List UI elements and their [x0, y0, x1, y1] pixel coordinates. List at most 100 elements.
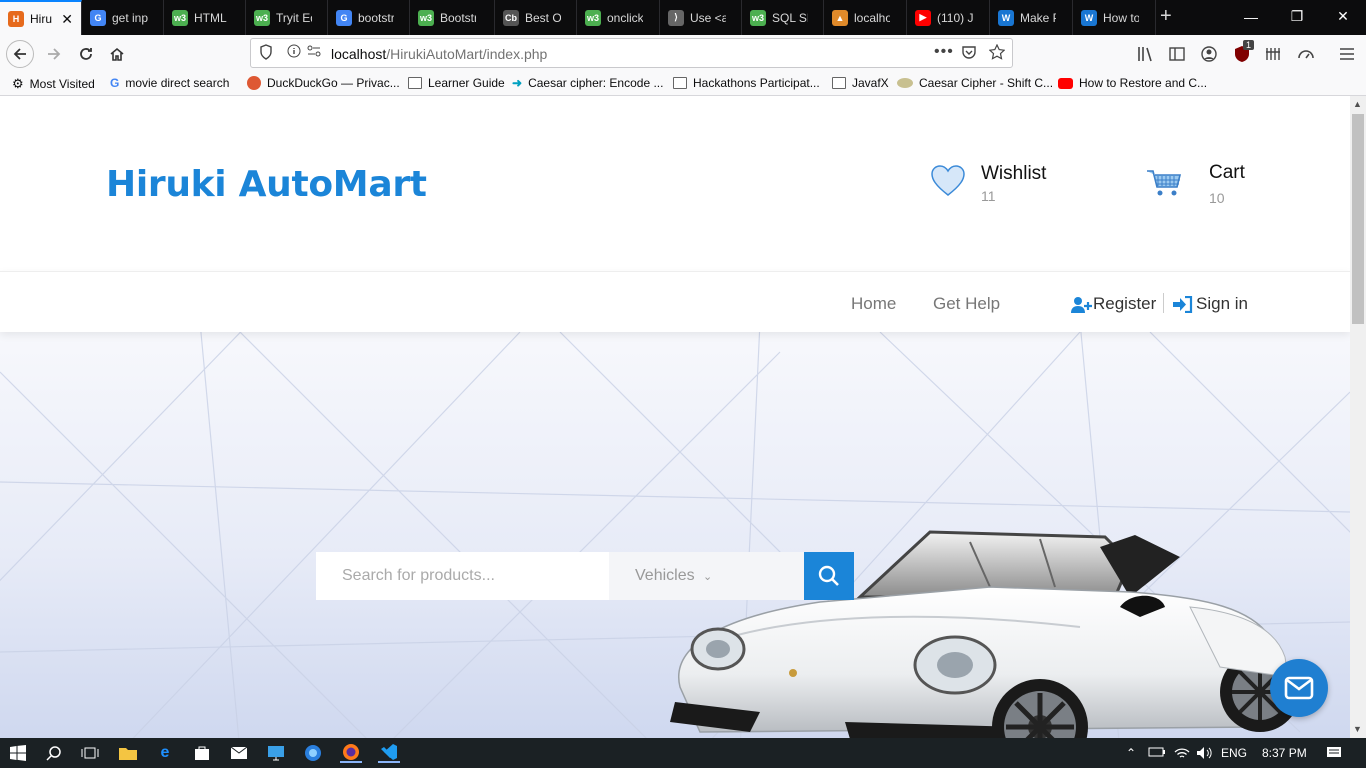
battery-icon[interactable]	[1148, 746, 1166, 761]
close-window-button[interactable]: ✕	[1320, 0, 1366, 33]
vscode-icon[interactable]	[378, 743, 400, 763]
category-select[interactable]: Vehicles ⌄	[609, 552, 804, 600]
tab-favicon-icon: w3	[254, 9, 270, 26]
reload-button[interactable]	[72, 40, 100, 68]
site-brand[interactable]: Hiruki AutoMart	[106, 164, 427, 205]
tab-favicon-icon: W	[998, 9, 1014, 26]
tab-title: Make P	[1020, 10, 1056, 25]
folder-icon	[673, 77, 687, 89]
heart-icon	[931, 165, 965, 196]
nav-get-help[interactable]: Get Help	[933, 294, 1000, 314]
register-link[interactable]: Register	[1071, 294, 1156, 314]
mail-app-icon[interactable]	[229, 743, 249, 763]
tab-title: How to	[1103, 10, 1139, 25]
task-view-icon[interactable]	[80, 743, 100, 763]
browser-tab-bar: H Hiruki AutoMart ✕ Gget input w3 HTML D w3 Try…	[0, 0, 1366, 35]
forward-button[interactable]	[40, 40, 68, 68]
firefox-dev-icon[interactable]	[303, 743, 323, 763]
scroll-down-icon[interactable]: ▼	[1353, 724, 1362, 734]
cart-count: 10	[1209, 190, 1225, 206]
tab-title: Use <a	[690, 10, 726, 25]
browser-tab[interactable]: Cb Best On	[495, 0, 577, 35]
home-button[interactable]	[103, 40, 131, 68]
browser-tab[interactable]: H Hiruki AutoMart ✕	[0, 0, 82, 35]
reload-icon	[80, 48, 92, 60]
file-explorer-icon[interactable]	[118, 743, 138, 763]
language-indicator[interactable]: ENG	[1221, 746, 1247, 760]
remote-desktop-icon[interactable]	[266, 743, 286, 763]
tab-favicon-icon: w3	[750, 9, 766, 26]
product-search-input[interactable]	[316, 552, 609, 600]
browser-tab[interactable]: Gbootstr	[328, 0, 410, 35]
sidebar-icon[interactable]	[1167, 44, 1187, 64]
browser-tab[interactable]: w3 HTML D	[164, 0, 246, 35]
folder-icon	[408, 77, 422, 89]
browser-tab[interactable]: ▶ (110) JC	[907, 0, 990, 35]
bookmark-duckduckgo[interactable]: DuckDuckGo — Privac...	[247, 76, 400, 90]
browser-tab[interactable]: Gget input	[82, 0, 164, 35]
show-hidden-icons[interactable]: ⌃	[1126, 746, 1136, 760]
minimize-button[interactable]: —	[1228, 0, 1274, 33]
edge-icon[interactable]: e	[155, 743, 175, 763]
contact-mail-button[interactable]	[1270, 659, 1328, 717]
store-icon[interactable]	[192, 743, 212, 763]
start-button[interactable]	[8, 743, 28, 763]
google-icon: G	[110, 76, 120, 90]
browser-tab[interactable]: ▲ localho	[824, 0, 907, 35]
bookmark-movie-search[interactable]: Gmovie direct search	[110, 76, 229, 90]
info-icon[interactable]	[287, 44, 301, 61]
mail-icon	[1284, 676, 1314, 700]
tab-title: get input	[112, 10, 148, 25]
browser-tab[interactable]: W How to	[1073, 0, 1156, 35]
bookmark-hackathons[interactable]: Hackathons Participat...	[673, 76, 820, 90]
speed-dial-icon[interactable]	[1296, 44, 1316, 64]
bookmark-most-visited[interactable]: ⚙ Most Visited	[12, 76, 95, 92]
bookmark-how-to-restore[interactable]: How to Restore and C...	[1058, 76, 1207, 90]
browser-tab[interactable]: w3 onclick	[577, 0, 660, 35]
permissions-icon[interactable]	[307, 44, 321, 61]
browser-tab[interactable]: w3 SQL SEL	[742, 0, 824, 35]
browser-tab[interactable]: w3 Tryit Ed	[246, 0, 328, 35]
scroll-up-icon[interactable]: ▲	[1353, 99, 1362, 109]
scrollbar-thumb[interactable]	[1352, 114, 1364, 324]
page-scrollbar[interactable]: ▲ ▼	[1350, 96, 1366, 738]
signin-link[interactable]: Sign in	[1173, 294, 1248, 314]
tab-title: bootstr	[358, 10, 394, 25]
pocket-icon[interactable]	[961, 44, 977, 63]
bookmark-caesar-shift[interactable]: Caesar Cipher - Shift C...	[897, 76, 1053, 90]
library-icon[interactable]	[1136, 44, 1156, 64]
restore-button[interactable]: ❐	[1274, 0, 1320, 33]
tab-favicon-icon: w3	[585, 9, 601, 26]
tab-favicon-icon: ⟩	[668, 9, 684, 26]
clock[interactable]: 8:37 PM	[1262, 746, 1307, 760]
close-tab-icon[interactable]: ✕	[61, 11, 73, 28]
back-button[interactable]	[6, 40, 34, 68]
action-center-icon[interactable]	[1326, 746, 1342, 763]
main-navigation: Home Get Help Register Sign in	[0, 271, 1350, 332]
account-icon[interactable]	[1199, 44, 1219, 64]
search-taskbar-icon[interactable]	[44, 743, 64, 763]
bookmark-caesar-encode[interactable]: ➜ Caesar cipher: Encode ...	[512, 76, 663, 90]
page-actions-icon[interactable]: •••	[934, 43, 954, 61]
bookmark-learner-guide[interactable]: Learner Guide	[408, 76, 505, 90]
firefox-icon[interactable]	[340, 743, 362, 763]
extension-grid-icon[interactable]	[1263, 44, 1283, 64]
volume-icon[interactable]	[1196, 746, 1212, 763]
address-bar[interactable]: localhost/HirukiAutoMart/index.php •••	[250, 38, 1013, 68]
new-tab-button[interactable]: +	[1160, 5, 1172, 27]
browser-tab[interactable]: W Make P	[990, 0, 1073, 35]
tab-title: SQL SEL	[772, 10, 808, 25]
tab-title: Best On	[525, 10, 561, 25]
tab-title: Hiruki AutoMart	[30, 11, 52, 26]
browser-tab[interactable]: w3 Bootstr	[410, 0, 495, 35]
wifi-icon[interactable]	[1174, 746, 1190, 763]
forward-arrow-icon	[48, 48, 61, 60]
cipher-icon	[897, 78, 913, 88]
nav-home[interactable]: Home	[851, 294, 896, 314]
search-button[interactable]	[804, 552, 854, 600]
bookmark-star-icon[interactable]	[988, 43, 1006, 63]
browser-tab[interactable]: ⟩ Use <a	[660, 0, 742, 35]
shield-icon[interactable]	[259, 44, 273, 63]
bookmark-javafx[interactable]: JavafX	[832, 76, 889, 90]
hamburger-menu-icon[interactable]	[1337, 44, 1357, 64]
